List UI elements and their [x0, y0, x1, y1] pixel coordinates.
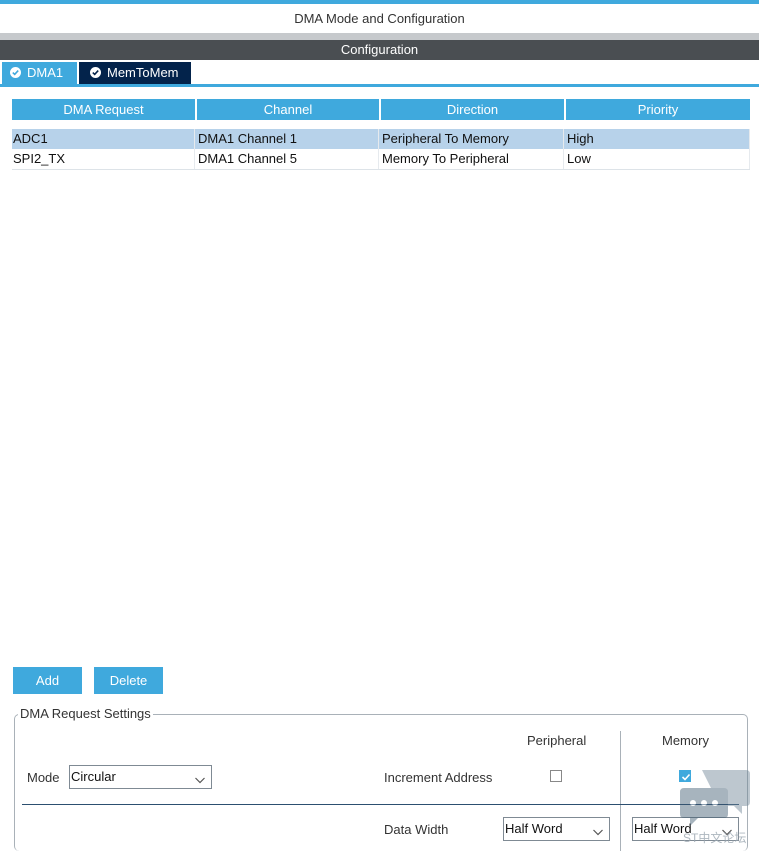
- add-button[interactable]: Add: [13, 667, 82, 694]
- chat-bubble-icon: [680, 768, 752, 828]
- cell-priority: Low: [566, 149, 750, 169]
- chevron-down-icon: [194, 771, 206, 793]
- cell-channel: DMA1 Channel 1: [197, 129, 379, 149]
- memory-header: Memory: [662, 733, 709, 748]
- delete-button[interactable]: Delete: [94, 667, 163, 694]
- column-header-direction[interactable]: Direction: [381, 99, 564, 120]
- mode-value: Circular: [71, 769, 116, 784]
- column-header-priority[interactable]: Priority: [566, 99, 750, 120]
- tab-dma1[interactable]: DMA1: [2, 62, 77, 84]
- cell-direction: Memory To Peripheral: [381, 149, 564, 169]
- cell-dma-request: SPI2_TX: [12, 149, 195, 169]
- mode-label: Mode: [27, 770, 60, 785]
- tab-label: DMA1: [27, 65, 64, 80]
- row-divider: [22, 804, 739, 805]
- cell-direction: Peripheral To Memory: [381, 129, 564, 149]
- tab-underline: [0, 84, 759, 87]
- configuration-header: Configuration: [0, 40, 759, 60]
- title-divider: [0, 33, 759, 40]
- table-body: ADC1 DMA1 Channel 1 Peripheral To Memory…: [12, 129, 750, 170]
- watermark-text: ST中文论坛: [683, 831, 747, 845]
- window-title: DMA Mode and Configuration: [294, 11, 465, 26]
- data-width-label: Data Width: [384, 822, 449, 837]
- chevron-down-icon: [592, 823, 604, 845]
- column-header-channel[interactable]: Channel: [197, 99, 379, 120]
- peripheral-width-value: Half Word: [505, 821, 563, 836]
- table-header: DMA Request Channel Direction Priority: [12, 99, 750, 120]
- check-circle-icon: [10, 67, 21, 78]
- tab-memtomem[interactable]: MemToMem: [79, 62, 191, 84]
- cell-priority: High: [566, 129, 750, 149]
- peripheral-data-width-select[interactable]: Half Word: [503, 817, 610, 841]
- tab-bar: DMA1 MemToMem: [0, 62, 759, 84]
- column-header-dma-request[interactable]: DMA Request: [12, 99, 195, 120]
- peripheral-header: Peripheral: [527, 733, 587, 748]
- cell-channel: DMA1 Channel 5: [197, 149, 379, 169]
- table-row[interactable]: SPI2_TX DMA1 Channel 5 Memory To Periphe…: [12, 149, 750, 169]
- check-circle-icon: [90, 67, 101, 78]
- tab-label: MemToMem: [107, 65, 179, 80]
- mode-select[interactable]: Circular: [69, 765, 212, 789]
- increment-address-label: Increment Address: [384, 770, 493, 785]
- cell-dma-request: ADC1: [12, 129, 195, 149]
- peripheral-increment-checkbox[interactable]: [550, 770, 562, 782]
- column-divider: [620, 731, 621, 851]
- table-row[interactable]: ADC1 DMA1 Channel 1 Peripheral To Memory…: [12, 129, 750, 149]
- settings-legend: DMA Request Settings: [18, 706, 153, 721]
- dma-request-table: DMA Request Channel Direction Priority A…: [12, 99, 750, 170]
